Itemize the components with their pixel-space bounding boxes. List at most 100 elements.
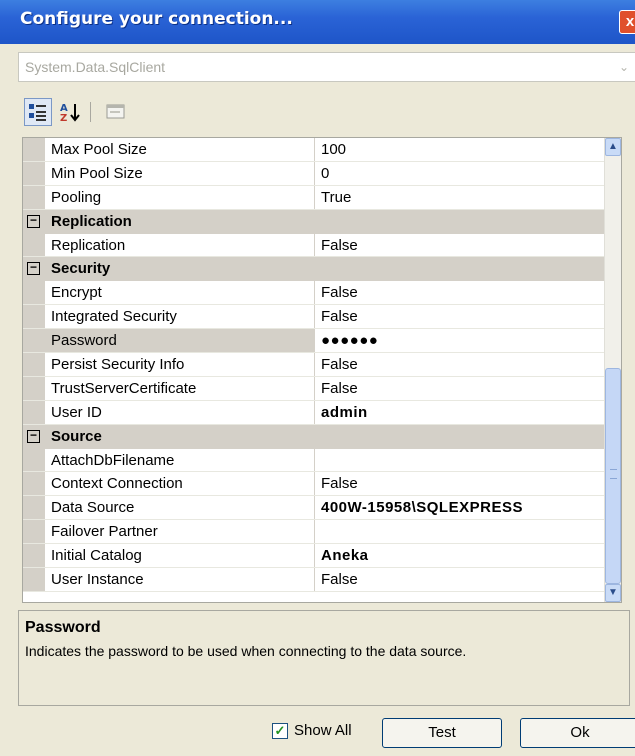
property-row-integrated-security[interactable]: Integrated Security False	[23, 305, 615, 330]
row-margin	[23, 448, 45, 472]
property-value[interactable]: False	[315, 281, 615, 304]
show-all-option[interactable]: ✓ Show All	[272, 722, 352, 739]
categorized-view-button[interactable]	[24, 98, 52, 126]
row-margin	[23, 544, 45, 568]
property-name[interactable]: Context Connection	[45, 472, 315, 496]
chevron-down-icon[interactable]: ⌄	[613, 53, 635, 81]
property-value[interactable]: admin	[315, 401, 615, 424]
property-value[interactable]	[315, 520, 615, 543]
property-value[interactable]: False	[315, 472, 615, 495]
property-name[interactable]: User Instance	[45, 568, 315, 591]
property-name[interactable]: AttachDbFilename	[45, 448, 315, 472]
property-value[interactable]: Aneka	[315, 544, 615, 567]
property-value[interactable]: False	[315, 305, 615, 328]
property-row-max-pool-size[interactable]: Max Pool Size 100	[23, 138, 615, 162]
row-margin	[23, 305, 45, 329]
row-margin	[23, 472, 45, 496]
row-margin	[23, 376, 45, 400]
description-panel: Password Indicates the password to be us…	[18, 610, 630, 706]
category-row-security[interactable]: − Security	[23, 257, 615, 282]
property-name[interactable]: Min Pool Size	[45, 161, 315, 185]
property-value[interactable]: False	[315, 353, 615, 376]
property-name[interactable]: User ID	[45, 400, 315, 424]
scroll-down-button[interactable]: ▼	[605, 584, 621, 602]
property-value[interactable]	[315, 449, 615, 472]
property-row-trustservercertificate[interactable]: TrustServerCertificate False	[23, 376, 615, 401]
scroll-thumb[interactable]	[605, 368, 621, 584]
row-margin	[23, 138, 45, 161]
property-name[interactable]: Password	[45, 329, 315, 353]
provider-value: System.Data.SqlClient	[25, 59, 166, 75]
title-bar[interactable]: Configure your connection... x	[0, 0, 635, 44]
row-margin	[23, 281, 45, 305]
row-margin	[23, 520, 45, 544]
category-label: Security	[51, 260, 111, 278]
show-all-checkbox[interactable]: ✓	[272, 722, 288, 739]
property-name[interactable]: Replication	[45, 233, 315, 257]
row-margin	[23, 400, 45, 424]
alphabetical-sort-icon: A Z	[60, 103, 80, 123]
property-value[interactable]: False	[315, 377, 615, 400]
property-row-min-pool-size[interactable]: Min Pool Size 0	[23, 161, 615, 186]
close-button[interactable]: x	[619, 10, 635, 34]
property-row-encrypt[interactable]: Encrypt False	[23, 281, 615, 306]
category-label: Replication	[51, 212, 132, 230]
property-value[interactable]: False	[315, 234, 615, 257]
row-margin	[23, 496, 45, 520]
property-row-persist-security-info[interactable]: Persist Security Info False	[23, 353, 615, 377]
property-name[interactable]: Integrated Security	[45, 305, 315, 329]
property-row-attachdbfilename[interactable]: AttachDbFilename	[23, 448, 615, 473]
show-all-label[interactable]: Show All	[294, 722, 352, 739]
property-row-initial-catalog[interactable]: Initial Catalog Aneka	[23, 544, 615, 569]
scroll-grip-icon	[610, 469, 617, 479]
scroll-up-button[interactable]: ▲	[605, 138, 621, 156]
ok-button[interactable]: Ok	[520, 718, 635, 748]
property-name[interactable]: TrustServerCertificate	[45, 376, 315, 400]
property-value[interactable]: 0	[315, 162, 615, 185]
row-margin	[23, 329, 45, 353]
test-button[interactable]: Test	[382, 718, 502, 748]
collapse-icon[interactable]: −	[27, 261, 40, 276]
property-name[interactable]: Initial Catalog	[45, 544, 315, 568]
category-row-source[interactable]: − Source	[23, 424, 615, 449]
svg-text:Z: Z	[60, 113, 67, 123]
property-name[interactable]: Persist Security Info	[45, 353, 315, 376]
property-pages-button[interactable]	[102, 98, 130, 126]
vertical-scrollbar[interactable]: ▲ ▼	[604, 138, 621, 602]
property-row-context-connection[interactable]: Context Connection False	[23, 472, 615, 497]
property-name[interactable]: Max Pool Size	[45, 138, 315, 161]
property-name[interactable]: Encrypt	[45, 281, 315, 305]
property-row-data-source[interactable]: Data Source 400W-15958\SQLEXPRESS	[23, 496, 615, 521]
property-grid[interactable]: Max Pool Size 100 Min Pool Size 0 Pooling Tru…	[22, 137, 622, 603]
property-name[interactable]: Failover Partner	[45, 520, 315, 544]
property-value[interactable]: ●●●●●●	[315, 329, 615, 352]
property-pages-icon	[106, 104, 125, 119]
property-row-user-instance[interactable]: User Instance False	[23, 568, 615, 592]
property-value[interactable]: True	[315, 186, 615, 209]
property-row-failover-partner[interactable]: Failover Partner	[23, 520, 615, 545]
connection-dialog: Configure your connection... x System.Da…	[0, 0, 635, 756]
category-label: Source	[51, 427, 102, 445]
property-value[interactable]: 400W-15958\SQLEXPRESS	[315, 496, 615, 519]
collapse-icon[interactable]: −	[27, 429, 40, 443]
property-name[interactable]: Data Source	[45, 496, 315, 520]
property-row-password[interactable]: Password ●●●●●●	[23, 329, 615, 354]
collapse-icon[interactable]: −	[27, 214, 40, 228]
row-margin	[23, 568, 45, 591]
property-row-replication[interactable]: Replication False	[23, 233, 615, 258]
property-value[interactable]: 100	[315, 138, 615, 161]
row-margin	[23, 353, 45, 376]
property-row-pooling[interactable]: Pooling True	[23, 185, 615, 210]
description-text: Indicates the password to be used when c…	[25, 643, 467, 659]
category-row-replication[interactable]: − Replication	[23, 209, 615, 234]
row-margin	[23, 185, 45, 209]
alphabetical-sort-button[interactable]: A Z	[56, 98, 84, 126]
description-title: Password	[25, 619, 101, 636]
property-name[interactable]: Pooling	[45, 185, 315, 209]
toolbar-separator	[90, 102, 91, 122]
property-row-user-id[interactable]: User ID admin	[23, 400, 615, 425]
provider-dropdown[interactable]: System.Data.SqlClient ⌄	[18, 52, 635, 82]
window-title: Configure your connection...	[20, 9, 293, 29]
property-toolbar: A Z	[18, 96, 635, 132]
property-value[interactable]: False	[315, 568, 615, 591]
